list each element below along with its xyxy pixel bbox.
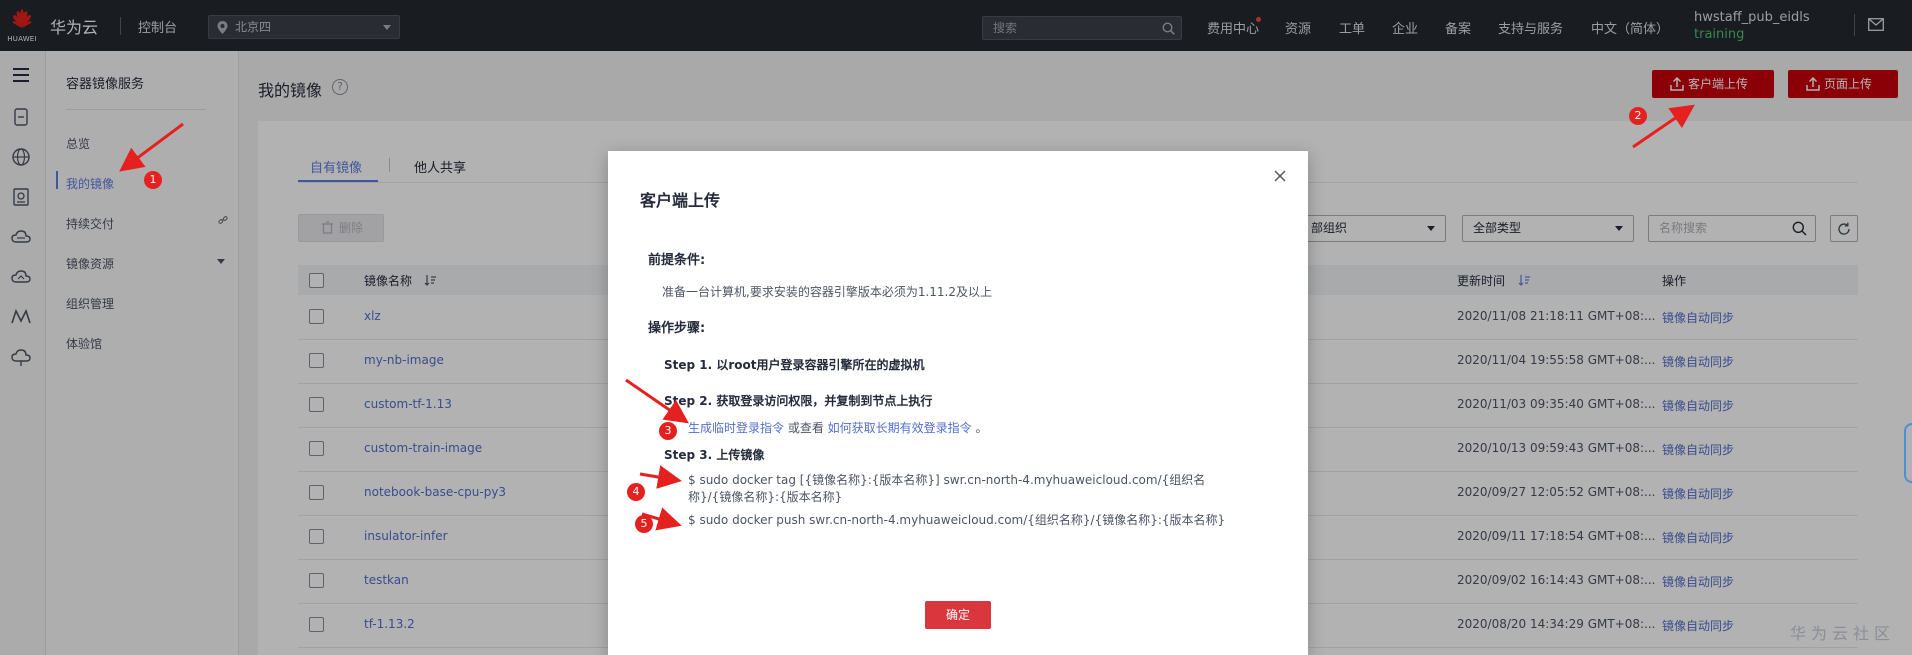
step-badge-2: 2 bbox=[1629, 107, 1647, 125]
side-panel-handle[interactable] bbox=[1904, 423, 1912, 483]
step-2-text: Step 2. 获取登录访问权限，并复制到节点上执行 bbox=[664, 394, 933, 408]
long-term-login-link[interactable]: 如何获取长期有效登录指令 bbox=[828, 421, 972, 435]
steps-heading: 操作步骤: bbox=[648, 321, 706, 336]
step-badge-3: 3 bbox=[659, 422, 677, 440]
docker-tag-command[interactable]: $ sudo docker tag [{镜像名称}:{版本名称}] swr.cn… bbox=[688, 472, 1248, 506]
watermark: 华为云社区 bbox=[1790, 624, 1896, 643]
step-2-or: 或查看 bbox=[784, 421, 828, 435]
step-badge-4: 4 bbox=[627, 483, 645, 501]
confirm-button[interactable]: 确定 bbox=[925, 601, 991, 629]
docker-push-command[interactable]: $ sudo docker push swr.cn-north-4.myhuaw… bbox=[688, 512, 1248, 529]
close-icon[interactable] bbox=[1274, 170, 1286, 182]
step-badge-1: 1 bbox=[144, 171, 162, 189]
step-2-end: 。 bbox=[971, 421, 988, 435]
step-1-text: Step 1. 以root用户登录容器引擎所在的虚拟机 bbox=[664, 358, 925, 372]
step-2-links: 生成临时登录指令 或查看 如何获取长期有效登录指令 。 bbox=[688, 419, 988, 436]
dialog-title: 客户端上传 bbox=[640, 191, 721, 210]
step-3-text: Step 3. 上传镜像 bbox=[664, 448, 765, 462]
generate-temp-login-link[interactable]: 生成临时登录指令 bbox=[688, 421, 784, 435]
prerequisite-text: 准备一台计算机,要求安装的容器引擎版本必须为1.11.2及以上 bbox=[662, 285, 992, 299]
prerequisite-heading: 前提条件: bbox=[648, 253, 706, 268]
step-badge-5: 5 bbox=[635, 515, 653, 533]
